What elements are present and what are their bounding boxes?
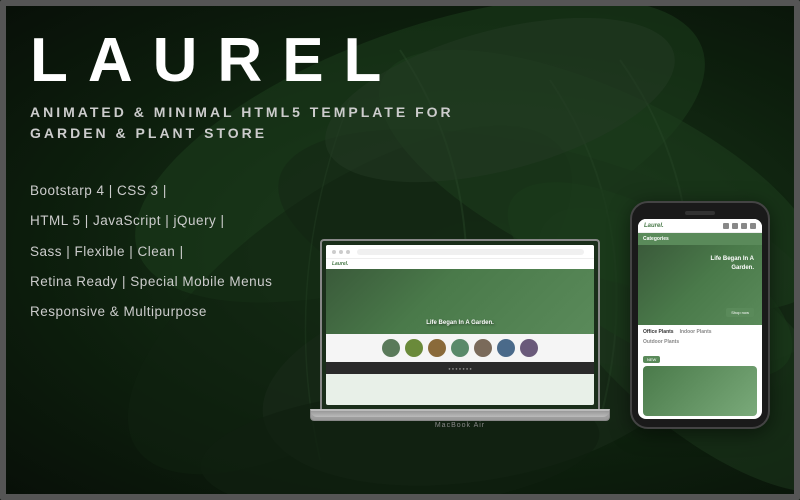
ls-circle-6 [497, 339, 515, 357]
phone-hero-line1: Life Began In A [711, 256, 754, 262]
phone-header-icons [723, 223, 756, 229]
ls-dot-1 [332, 250, 336, 254]
phone-icon-2 [732, 223, 738, 229]
product-cat-2: Indoor Plants [680, 329, 712, 335]
ls-circle-1 [382, 339, 400, 357]
laptop-footer: ● ● ● ● ● ● ● [326, 362, 594, 374]
phone-icon-4 [750, 223, 756, 229]
phone-hero-line2: Garden. [731, 265, 754, 271]
phone-nav-bar: Categories [638, 233, 762, 245]
phone-body: Laurel. Categories [630, 201, 770, 429]
ls-circle-3 [428, 339, 446, 357]
page-subtitle: ANIMATED & MINIMAL HTML5 TEMPLATE FOR GA… [30, 102, 770, 144]
laptop-nav: Laurel. [326, 259, 594, 269]
laptop-mockup: Laurel. Life Began In A Garden. [290, 239, 630, 429]
product-cat-3: Outdoor Plants [643, 339, 757, 348]
ls-url-bar [357, 249, 584, 255]
laptop-base [310, 409, 610, 421]
phone-notch [638, 211, 762, 215]
phone-logo: Laurel. [644, 223, 723, 229]
phone-mockup: Laurel. Categories [630, 201, 770, 429]
phone-icon-3 [741, 223, 747, 229]
phone-icon-1 [723, 223, 729, 229]
phone-shop-button[interactable]: Shop now [726, 308, 754, 317]
content-wrapper: LAUREL ANIMATED & MINIMAL HTML5 TEMPLATE… [0, 0, 800, 500]
phone-hero: Life Began In A Garden. Shop now [638, 245, 762, 325]
subtitle-line2: GARDEN & PLANT STORE [30, 123, 770, 144]
ls-circle-2 [405, 339, 423, 357]
feature-item-4: Retina Ready | Special Mobile Menus [30, 270, 290, 294]
laptop-hero-text: Life Began In A Garden. [426, 320, 494, 326]
feature-item-2: HTML 5 | JavaScript | jQuery | [30, 209, 290, 233]
feature-item-3: Sass | Flexible | Clean | [30, 240, 290, 264]
laptop-logo: Laurel. [332, 261, 348, 267]
ls-dot-2 [339, 250, 343, 254]
main-area: Bootstarp 4 | CSS 3 | HTML 5 | JavaScrip… [30, 169, 770, 480]
phone-products-header: Office Plants Indoor Plants [638, 325, 762, 339]
laptop-hero: Life Began In A Garden. [326, 269, 594, 334]
laptop-label: MacBook Air [290, 422, 630, 429]
phone-speaker [685, 211, 715, 215]
laptop-screen-header [326, 245, 594, 259]
ls-dot-3 [346, 250, 350, 254]
phone-screen: Laurel. Categories [638, 219, 762, 419]
feature-item-1: Bootstarp 4 | CSS 3 | [30, 179, 290, 203]
product-image [643, 366, 757, 416]
laptop-screen: Laurel. Life Began In A Garden. [326, 245, 594, 405]
page-title: LAUREL [30, 30, 770, 92]
laptop-screen-wrapper: Laurel. Life Began In A Garden. [320, 239, 600, 409]
phone-nav-text: Categories [643, 236, 669, 242]
ls-circle-4 [451, 339, 469, 357]
laptop-circles [326, 334, 594, 362]
product-cat-1: Office Plants [643, 329, 674, 335]
subtitle-line1: ANIMATED & MINIMAL HTML5 TEMPLATE FOR [30, 102, 770, 123]
features-list: Bootstarp 4 | CSS 3 | HTML 5 | JavaScrip… [30, 169, 290, 324]
phone-hero-text: Life Began In A Garden. [711, 255, 754, 273]
ls-circle-5 [474, 339, 492, 357]
laptop-stand [311, 411, 609, 417]
laptop-screen-content: Laurel. Life Began In A Garden. [326, 245, 594, 405]
new-badge: NEW [643, 356, 660, 363]
feature-item-5: Responsive & Multipurpose [30, 300, 290, 324]
phone-screen-header: Laurel. [638, 219, 762, 233]
ls-circle-7 [520, 339, 538, 357]
devices-area: Laurel. Life Began In A Garden. [310, 169, 770, 429]
laptop-footer-text: ● ● ● ● ● ● ● [448, 366, 472, 371]
